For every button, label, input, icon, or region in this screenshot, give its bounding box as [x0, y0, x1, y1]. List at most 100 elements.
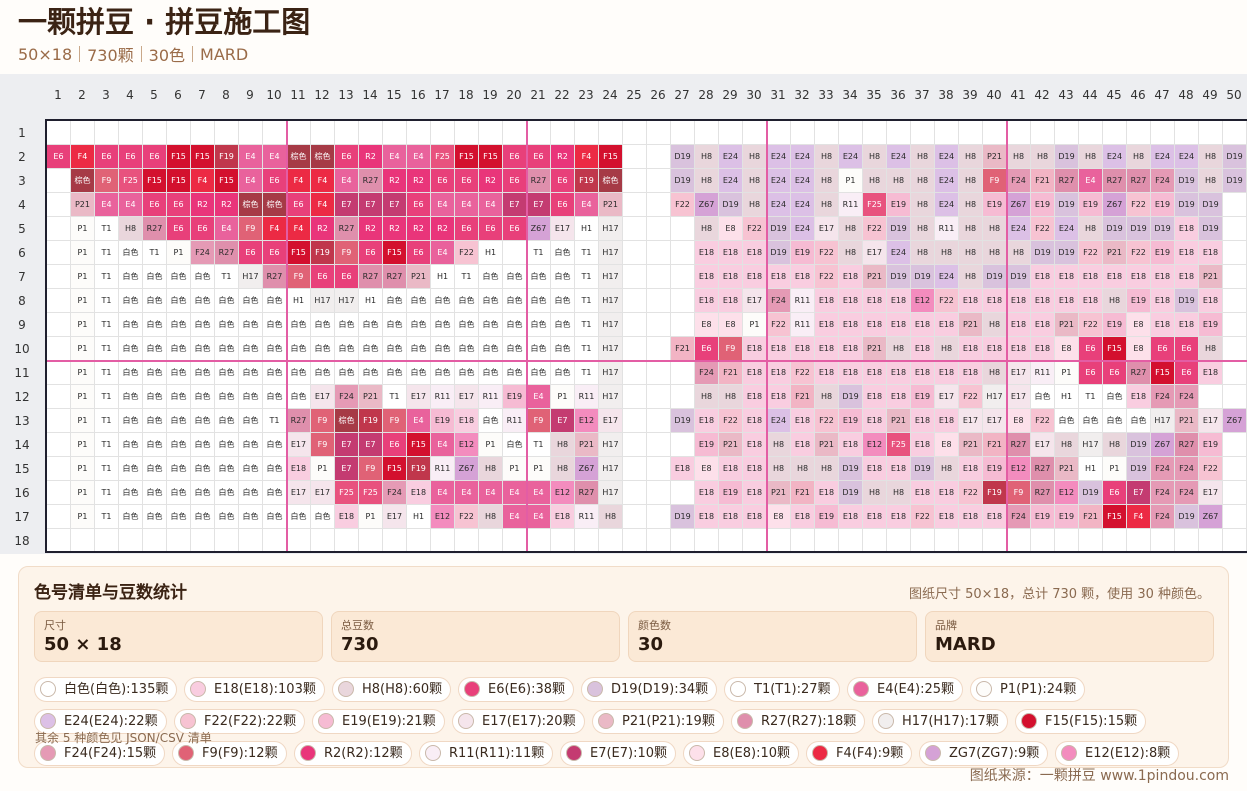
bead-cell[interactable]: F15 — [407, 433, 431, 457]
empty-cell[interactable] — [47, 121, 71, 145]
bead-cell[interactable]: E18 — [935, 505, 959, 529]
empty-cell[interactable] — [1223, 313, 1247, 337]
bead-cell[interactable]: T1 — [95, 265, 119, 289]
bead-cell[interactable]: E17 — [743, 289, 767, 313]
bead-cell[interactable]: T1 — [575, 241, 599, 265]
bead-cell[interactable]: E19 — [503, 385, 527, 409]
bead-cell[interactable]: E18 — [839, 337, 863, 361]
bead-cell[interactable]: R11 — [935, 217, 959, 241]
bead-cell[interactable]: F4 — [311, 193, 335, 217]
bead-cell[interactable]: H8 — [767, 457, 791, 481]
empty-cell[interactable] — [719, 121, 743, 145]
bead-cell[interactable]: 白色 — [119, 337, 143, 361]
bead-cell[interactable]: E18 — [887, 505, 911, 529]
bead-cell[interactable]: R2 — [431, 217, 455, 241]
bead-cell[interactable]: 白色 — [431, 337, 455, 361]
bead-cell[interactable]: 白色 — [119, 505, 143, 529]
bead-cell[interactable]: E24 — [935, 265, 959, 289]
empty-cell[interactable] — [935, 121, 959, 145]
bead-cell[interactable]: E17 — [863, 241, 887, 265]
bead-cell[interactable]: E18 — [1199, 241, 1223, 265]
bead-cell[interactable]: H1 — [479, 241, 503, 265]
empty-cell[interactable] — [623, 433, 647, 457]
bead-cell[interactable]: H8 — [479, 457, 503, 481]
bead-cell[interactable]: D19 — [1199, 217, 1223, 241]
bead-cell[interactable]: 白色 — [359, 361, 383, 385]
bead-cell[interactable]: P21 — [575, 433, 599, 457]
bead-cell[interactable]: E18 — [911, 433, 935, 457]
bead-cell[interactable]: E4 — [95, 193, 119, 217]
bead-cell[interactable]: E18 — [743, 265, 767, 289]
empty-cell[interactable] — [47, 505, 71, 529]
bead-cell[interactable]: E7 — [359, 193, 383, 217]
bead-cell[interactable]: E18 — [863, 505, 887, 529]
bead-cell[interactable]: H8 — [815, 457, 839, 481]
bead-cell[interactable]: E6 — [551, 193, 575, 217]
bead-cell[interactable]: F9 — [95, 169, 119, 193]
bead-cell[interactable]: T1 — [215, 265, 239, 289]
bead-cell[interactable]: 白色 — [167, 361, 191, 385]
bead-cell[interactable]: 白色 — [263, 481, 287, 505]
bead-cell[interactable]: E6 — [407, 241, 431, 265]
empty-cell[interactable] — [671, 313, 695, 337]
bead-cell[interactable]: E12 — [1055, 481, 1079, 505]
bead-cell[interactable]: 白色 — [287, 313, 311, 337]
bead-cell[interactable]: F15 — [215, 169, 239, 193]
color-chip[interactable]: E8(E8):10颗 — [683, 741, 800, 766]
bead-cell[interactable]: R27 — [1031, 457, 1055, 481]
bead-cell[interactable]: E18 — [1031, 337, 1055, 361]
bead-cell[interactable]: F22 — [959, 385, 983, 409]
bead-cell[interactable]: E19 — [1079, 193, 1103, 217]
bead-cell[interactable]: E4 — [503, 505, 527, 529]
bead-cell[interactable]: E4 — [455, 481, 479, 505]
bead-cell[interactable]: F24 — [383, 481, 407, 505]
color-chip[interactable]: E17(E17):20颗 — [452, 709, 585, 734]
empty-cell[interactable] — [935, 529, 959, 551]
bead-cell[interactable]: P1 — [71, 289, 95, 313]
color-chip[interactable]: ZG7(ZG7):9颗 — [919, 741, 1049, 766]
bead-cell[interactable]: E18 — [959, 361, 983, 385]
bead-cell[interactable]: 白色 — [143, 457, 167, 481]
empty-cell[interactable] — [863, 529, 887, 551]
bead-cell[interactable]: 白色 — [239, 409, 263, 433]
bead-cell[interactable]: E19 — [719, 481, 743, 505]
bead-cell[interactable]: P21 — [815, 433, 839, 457]
bead-cell[interactable]: Z67 — [1199, 505, 1223, 529]
bead-cell[interactable]: 白色 — [311, 337, 335, 361]
bead-cell[interactable]: E4 — [455, 193, 479, 217]
bead-cell[interactable]: H8 — [983, 361, 1007, 385]
bead-cell[interactable]: F22 — [815, 241, 839, 265]
bead-cell[interactable]: H8 — [695, 169, 719, 193]
empty-cell[interactable] — [71, 121, 95, 145]
bead-cell[interactable]: E24 — [887, 145, 911, 169]
empty-cell[interactable] — [623, 193, 647, 217]
bead-cell[interactable]: D19 — [719, 193, 743, 217]
empty-cell[interactable] — [623, 529, 647, 551]
empty-cell[interactable] — [383, 529, 407, 551]
bead-cell[interactable]: E18 — [719, 289, 743, 313]
bead-cell[interactable]: E7 — [1127, 481, 1151, 505]
bead-cell[interactable]: R11 — [1031, 361, 1055, 385]
bead-cell[interactable]: E8 — [695, 457, 719, 481]
bead-cell[interactable]: F22 — [863, 217, 887, 241]
bead-cell[interactable]: E4 — [215, 217, 239, 241]
bead-cell[interactable]: D19 — [1223, 145, 1247, 169]
bead-cell[interactable]: 白色 — [239, 337, 263, 361]
bead-cell[interactable]: F15 — [455, 145, 479, 169]
bead-cell[interactable]: F4 — [311, 169, 335, 193]
bead-cell[interactable]: E18 — [863, 457, 887, 481]
bead-cell[interactable]: E18 — [695, 241, 719, 265]
color-chip[interactable]: E19(E19):21颗 — [312, 709, 445, 734]
bead-cell[interactable]: R2 — [383, 169, 407, 193]
bead-cell[interactable]: R27 — [527, 169, 551, 193]
bead-cell[interactable]: 白色 — [407, 361, 431, 385]
bead-cell[interactable]: P1 — [839, 169, 863, 193]
empty-cell[interactable] — [47, 457, 71, 481]
bead-cell[interactable]: 白色 — [119, 385, 143, 409]
bead-cell[interactable]: Z67 — [1103, 193, 1127, 217]
bead-cell[interactable]: E18 — [887, 361, 911, 385]
bead-cell[interactable]: E18 — [983, 505, 1007, 529]
bead-cell[interactable]: E4 — [239, 145, 263, 169]
bead-cell[interactable]: F22 — [791, 361, 815, 385]
bead-cell[interactable]: E18 — [335, 505, 359, 529]
